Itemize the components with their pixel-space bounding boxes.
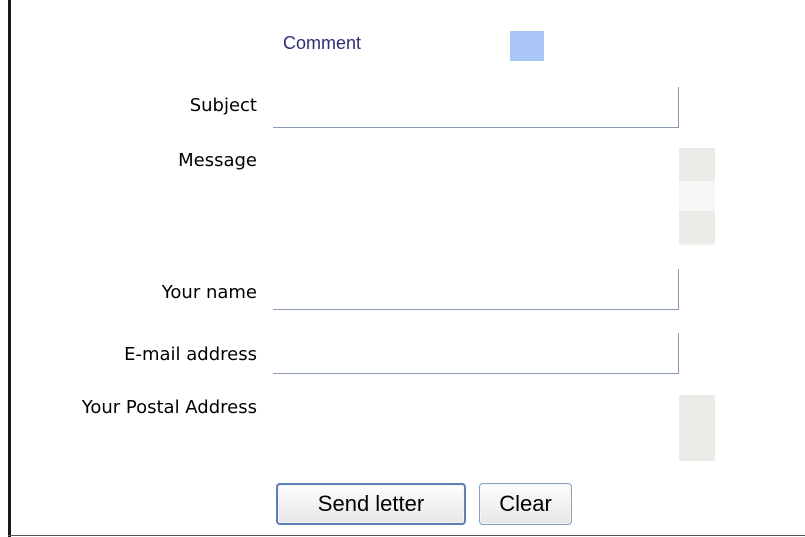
name-field[interactable]: [273, 269, 679, 310]
postal-scrollbar[interactable]: [679, 395, 715, 461]
comment-color-swatch: [510, 31, 544, 61]
postal-textarea[interactable]: [273, 395, 679, 461]
name-label: Your name: [161, 282, 257, 303]
scroll-up-button[interactable]: [679, 148, 715, 181]
bottom-border-rule: [8, 535, 805, 536]
message-label: Message: [178, 150, 257, 171]
subject-field[interactable]: [273, 87, 679, 128]
postal-label: Your Postal Address: [81, 397, 257, 418]
send-letter-button[interactable]: Send letter: [276, 483, 466, 525]
subject-input[interactable]: [273, 87, 678, 127]
scroll-up-button[interactable]: [679, 395, 715, 428]
scroll-down-button[interactable]: [679, 211, 715, 244]
clear-button[interactable]: Clear: [479, 483, 572, 525]
message-scrollbar[interactable]: [679, 148, 715, 246]
email-label: E-mail address: [124, 344, 257, 365]
comment-heading: Comment: [283, 33, 362, 53]
message-textarea[interactable]: [273, 148, 679, 246]
email-input[interactable]: [273, 333, 678, 373]
name-input[interactable]: [273, 269, 678, 309]
email-field[interactable]: [273, 333, 679, 374]
scroll-down-button[interactable]: [679, 428, 715, 461]
left-border-rule: [8, 0, 11, 537]
subject-label: Subject: [189, 95, 257, 116]
